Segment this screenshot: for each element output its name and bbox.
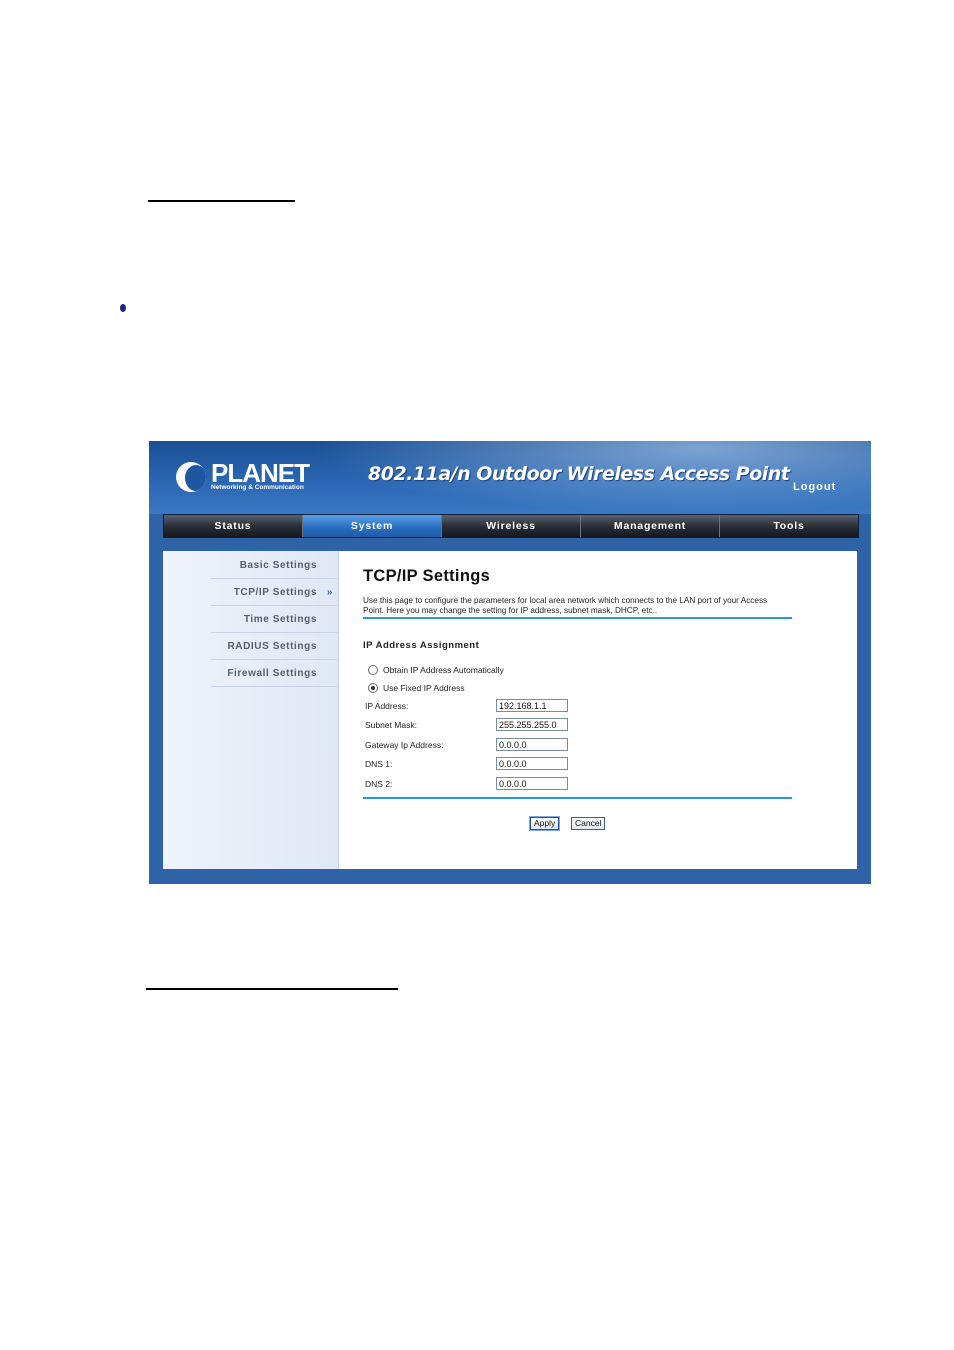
sidebar-item-basic-settings[interactable]: Basic Settings: [211, 553, 337, 579]
logo-subtitle: Networking & Communication: [211, 484, 304, 491]
web-ui-screenshot: PLANET Networking & Communication 802.11…: [149, 441, 871, 884]
document-heading-underline: [148, 200, 295, 202]
active-arrow-icon: »: [326, 587, 333, 598]
page-description: Use this page to configure the parameter…: [363, 596, 768, 615]
radio-button[interactable]: [368, 665, 378, 675]
sidebar-item-tcpip-settings[interactable]: TCP/IP Settings »: [211, 580, 337, 606]
radio-use-fixed[interactable]: Use Fixed IP Address: [368, 683, 465, 693]
section-title: IP Address Assignment: [363, 640, 480, 651]
content-panel: Basic Settings TCP/IP Settings » Time Se…: [163, 551, 857, 869]
radio-obtain-auto[interactable]: Obtain IP Address Automatically: [368, 665, 504, 675]
main-content: TCP/IP Settings Use this page to configu…: [339, 551, 857, 869]
subnet-mask-input[interactable]: [496, 718, 568, 731]
gateway-input[interactable]: [496, 738, 568, 751]
apply-button[interactable]: Apply: [530, 817, 560, 830]
sidebar: Basic Settings TCP/IP Settings » Time Se…: [163, 551, 339, 869]
product-title: 802.11a/n Outdoor Wireless Access Point: [368, 463, 790, 485]
sidebar-item-firewall-settings[interactable]: Firewall Settings: [211, 661, 337, 687]
document-heading-underline-2: [146, 988, 398, 990]
tab-system[interactable]: System: [303, 515, 442, 537]
ip-address-input[interactable]: [496, 699, 568, 712]
tab-management[interactable]: Management: [581, 515, 720, 537]
dns2-input[interactable]: [496, 777, 568, 790]
divider: [363, 617, 792, 619]
divider-bottom: [363, 797, 792, 799]
planet-logo-icon: [176, 462, 206, 492]
gateway-label: Gateway Ip Address:: [365, 740, 444, 750]
page-title: TCP/IP Settings: [363, 567, 491, 585]
tab-status[interactable]: Status: [164, 515, 303, 537]
sidebar-item-label: Basic Settings: [239, 560, 317, 571]
radio-label: Use Fixed IP Address: [383, 683, 465, 693]
dns1-label: DNS 1:: [365, 759, 393, 769]
sidebar-item-label: RADIUS Settings: [227, 641, 317, 652]
sidebar-item-time-settings[interactable]: Time Settings: [211, 607, 337, 633]
main-nav: Status System Wireless Management Tools: [163, 514, 859, 538]
radio-label: Obtain IP Address Automatically: [383, 665, 504, 675]
sidebar-item-label: Time Settings: [243, 614, 317, 625]
sidebar-item-radius-settings[interactable]: RADIUS Settings: [211, 634, 337, 660]
logout-link[interactable]: Logout: [793, 481, 836, 493]
radio-button-checked[interactable]: [368, 683, 378, 693]
subnet-mask-label: Subnet Mask:: [365, 720, 417, 730]
tab-wireless[interactable]: Wireless: [442, 515, 581, 537]
bullet-point: [120, 304, 126, 312]
dns2-label: DNS 2:: [365, 779, 393, 789]
ip-address-label: IP Address:: [365, 701, 409, 711]
cancel-button[interactable]: Cancel: [571, 817, 606, 830]
header-banner: PLANET Networking & Communication 802.11…: [149, 441, 871, 514]
sidebar-item-label: Firewall Settings: [227, 668, 317, 679]
tab-tools[interactable]: Tools: [720, 515, 858, 537]
dns1-input[interactable]: [496, 757, 568, 770]
sidebar-item-label: TCP/IP Settings: [233, 587, 317, 598]
